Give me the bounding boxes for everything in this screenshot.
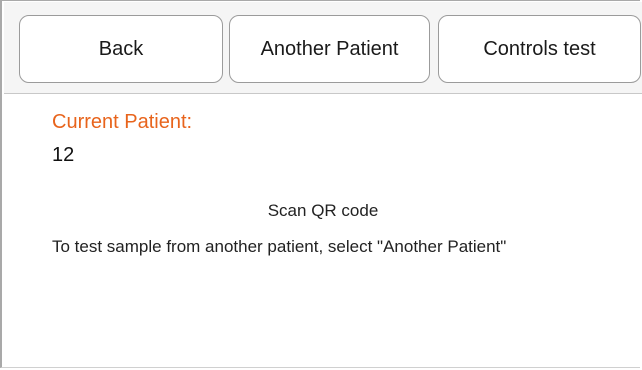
instruction-message: To test sample from another patient, sel… bbox=[52, 237, 507, 256]
controls-test-button[interactable]: Controls test bbox=[438, 15, 641, 83]
back-button[interactable]: Back bbox=[19, 15, 223, 83]
controls-test-button-label: Controls test bbox=[483, 37, 596, 60]
toolbar: Back Another Patient Controls test bbox=[4, 2, 642, 94]
back-button-label: Back bbox=[98, 37, 144, 60]
main-content: Current Patient: 12 Scan QR code To test… bbox=[4, 95, 642, 369]
app-window: Back Another Patient Controls test Curre… bbox=[0, 0, 642, 369]
scan-qr-message: Scan QR code bbox=[267, 201, 379, 220]
another-patient-button[interactable]: Another Patient bbox=[229, 15, 430, 83]
another-patient-button-label: Another Patient bbox=[260, 37, 399, 60]
current-patient-label: Current Patient: bbox=[52, 111, 193, 133]
current-patient-value: 12 bbox=[52, 144, 75, 166]
